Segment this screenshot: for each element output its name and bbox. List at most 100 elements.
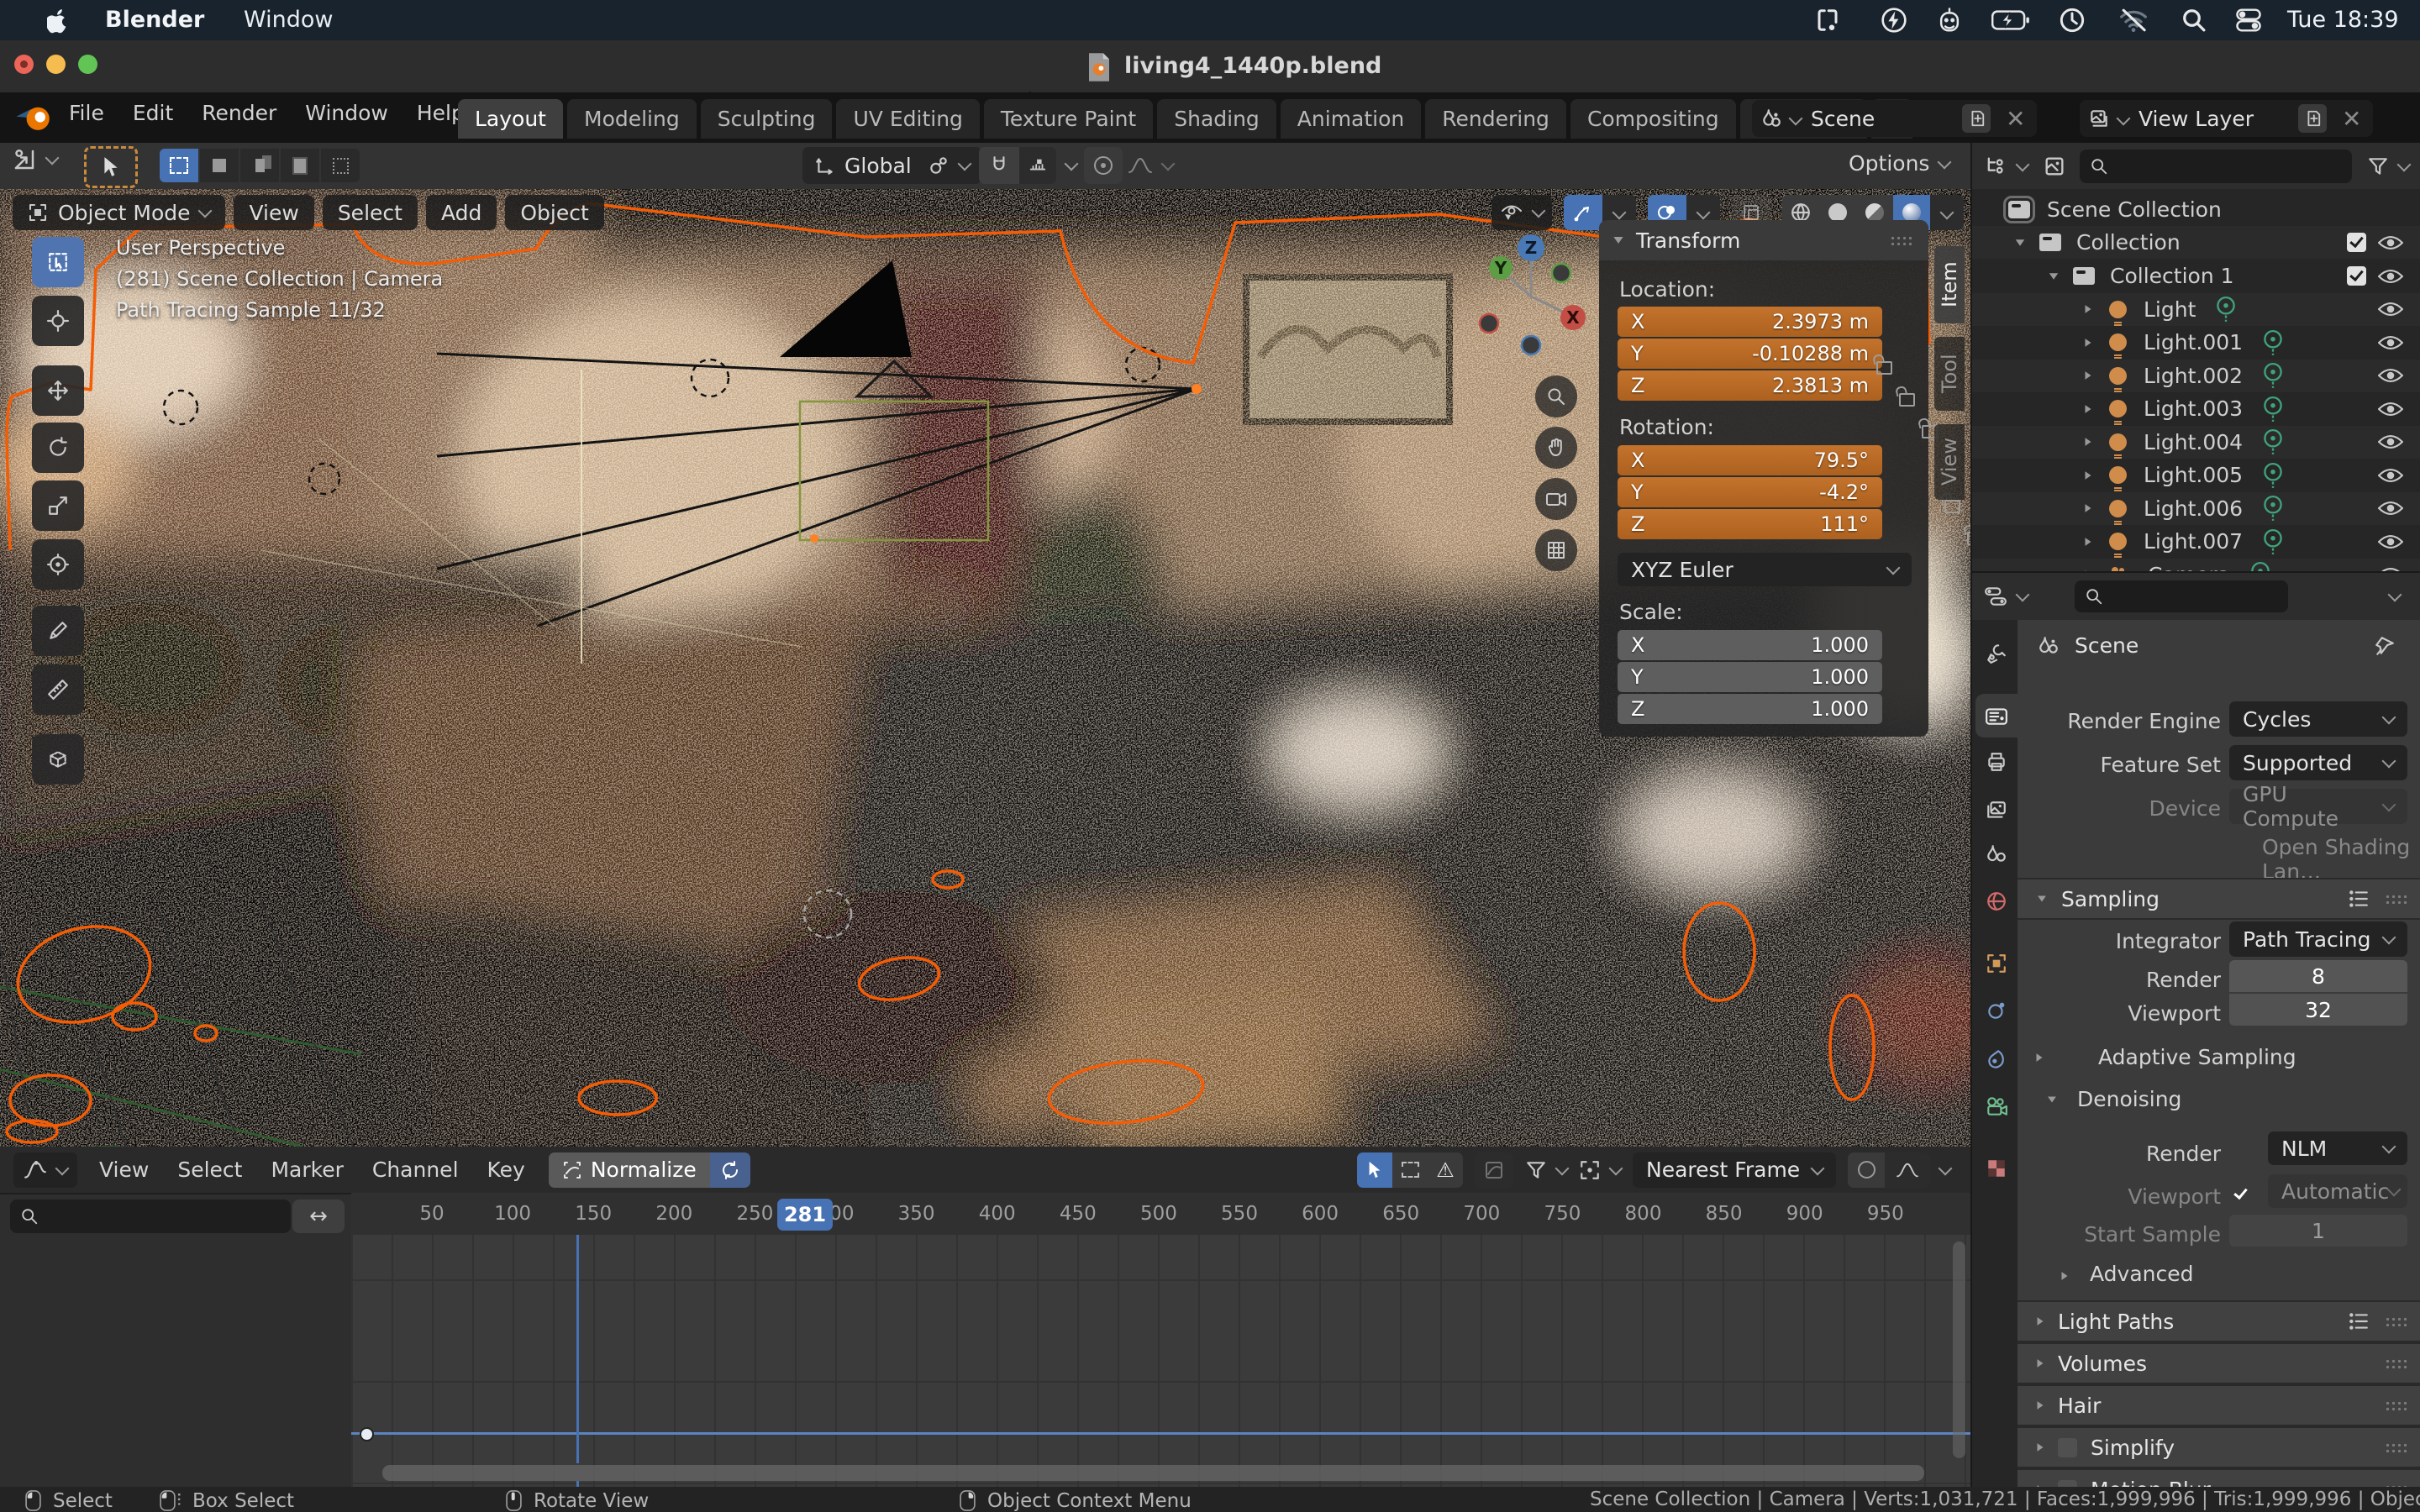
advanced-expand-arrow[interactable] — [2062, 1272, 2068, 1280]
visibility-dropdown[interactable] — [1491, 195, 1552, 230]
hide-eye-icon[interactable] — [2378, 334, 2403, 351]
hide-eye-icon[interactable] — [2378, 367, 2403, 384]
pivot-point-dropdown[interactable] — [916, 147, 981, 184]
apple-menu-icon[interactable] — [47, 8, 69, 34]
tab-output-properties[interactable] — [1975, 743, 2018, 781]
wifi-off-icon[interactable] — [2119, 8, 2148, 33]
panel-grip[interactable] — [1890, 235, 1915, 246]
view-layer-icon[interactable] — [2088, 108, 2110, 129]
camera-data-icon[interactable] — [2250, 561, 2270, 571]
light-data-icon[interactable] — [2263, 462, 2283, 489]
outliner-row-light-003[interactable]: Light.003 — [1972, 392, 2420, 425]
display-mode-icon[interactable] — [2043, 155, 2066, 178]
select-mode-box[interactable] — [200, 149, 239, 182]
viewport-menu-select[interactable]: Select — [323, 195, 418, 230]
low-power-icon[interactable] — [1881, 7, 1907, 34]
scene-name-field[interactable]: Scene — [1811, 107, 1954, 131]
simplify-section[interactable]: Simplify — [2018, 1426, 2420, 1468]
expand-arrow[interactable] — [2086, 305, 2091, 313]
tab-physics-properties[interactable] — [1975, 1040, 2018, 1079]
pin-icon[interactable] — [2374, 635, 2396, 657]
tool-add-primitive[interactable] — [32, 734, 84, 785]
tool-move[interactable] — [32, 365, 84, 416]
channel-expand-button[interactable]: ↔ — [292, 1200, 345, 1233]
outliner-row-light-002[interactable]: Light.002 — [1972, 360, 2420, 392]
object-name[interactable]: Light.007 — [2144, 529, 2243, 554]
rotation-z-field[interactable]: Z111° — [1618, 509, 1882, 539]
normalize-button[interactable]: Normalize — [549, 1152, 710, 1188]
rotation-x-field[interactable]: X79.5° — [1618, 445, 1882, 475]
remove-view-layer-button[interactable]: ✕ — [2335, 105, 2368, 133]
snap-toggle[interactable] — [979, 147, 1019, 184]
expand-arrow[interactable] — [2086, 504, 2091, 512]
select-mode-lasso[interactable] — [281, 149, 319, 182]
scale-y-field[interactable]: Y1.000 — [1618, 662, 1882, 692]
hide-eye-icon[interactable] — [2378, 401, 2403, 417]
graph-area[interactable] — [351, 1235, 1970, 1487]
properties-editor-type-button[interactable] — [1984, 585, 2028, 608]
show-gizmo-toggle[interactable] — [1564, 195, 1602, 230]
sidebar-tab-item[interactable]: Item — [1934, 246, 1965, 323]
tool-scale[interactable] — [32, 480, 84, 531]
outliner-search-input[interactable] — [2080, 150, 2352, 183]
tool-measure[interactable] — [32, 664, 84, 715]
unlink-scene-button[interactable]: ✕ — [1999, 105, 2032, 133]
denoise-viewport-dropdown[interactable]: Automatic — [2268, 1174, 2407, 1208]
location-z-field[interactable]: Z2.3813 m — [1618, 370, 1882, 401]
spotlight-search-icon[interactable] — [2181, 8, 2207, 33]
light-data-icon[interactable] — [2263, 362, 2283, 389]
expand-arrow[interactable] — [2086, 538, 2091, 546]
proportional-falloff-dropdown[interactable] — [1126, 147, 1175, 184]
outliner-row-light-001[interactable]: Light.001 — [1972, 326, 2420, 359]
menu-file[interactable]: File — [69, 101, 104, 125]
select-mode-tweak[interactable] — [160, 149, 198, 182]
outliner-row-camera[interactable]: Camera — [1972, 559, 2420, 572]
graph-menu-select[interactable]: Select — [177, 1158, 242, 1182]
battery-charging-icon[interactable] — [1991, 9, 2030, 31]
volumes-section[interactable]: Volumes — [2018, 1342, 2420, 1384]
graph-editor-type-button[interactable] — [13, 1152, 77, 1188]
tab-texture-properties[interactable] — [1975, 1149, 2018, 1188]
tab-view-layer-properties[interactable] — [1975, 791, 2018, 830]
feature-set-dropdown[interactable]: Supported — [2229, 745, 2407, 780]
graph-channel-region[interactable]: ↔ — [0, 1194, 351, 1487]
light-data-icon[interactable] — [2263, 329, 2283, 356]
graph-menu-channel[interactable]: Channel — [372, 1158, 459, 1182]
graph-box-select-tool[interactable] — [1392, 1152, 1428, 1188]
tool-rotate[interactable] — [32, 423, 84, 473]
outliner-editor-type-button[interactable] — [1984, 155, 2028, 178]
hide-eye-icon[interactable] — [2378, 533, 2403, 550]
render-engine-dropdown[interactable]: Cycles — [2229, 701, 2407, 737]
object-name[interactable]: Light.004 — [2144, 430, 2243, 454]
tab-shading[interactable]: Shading — [1157, 99, 1276, 139]
view-layer-browse-chevron[interactable] — [2117, 112, 2131, 126]
object-name[interactable]: Light — [2144, 297, 2196, 322]
pan-view-button[interactable] — [1535, 427, 1577, 469]
object-name[interactable]: Camera — [2148, 563, 2230, 572]
tab-tool-properties[interactable] — [1975, 633, 2018, 672]
denoising-collapse-arrow[interactable] — [2048, 1097, 2056, 1103]
adaptive-expand-arrow[interactable] — [2037, 1053, 2043, 1062]
collection-checkbox[interactable] — [2347, 266, 2366, 286]
tab-rendering[interactable]: Rendering — [1425, 99, 1566, 139]
falloff-circle-button[interactable] — [1848, 1152, 1885, 1188]
snap-options-dropdown[interactable] — [1019, 147, 1056, 184]
menu-render[interactable]: Render — [202, 101, 276, 125]
breadcrumb-scene[interactable]: Scene — [2075, 633, 2139, 658]
horizontal-scrollbar[interactable] — [382, 1465, 1924, 1481]
object-name[interactable]: Light.002 — [2144, 364, 2243, 388]
view-layer-name-field[interactable]: View Layer — [2139, 107, 2290, 131]
viewport-menu-object[interactable]: Object — [505, 195, 603, 230]
properties-search-input[interactable] — [2075, 580, 2288, 612]
vertical-scrollbar[interactable] — [1953, 1242, 1965, 1458]
scale-x-field[interactable]: X1.000 — [1618, 630, 1882, 660]
outliner-row-collection-1[interactable]: Collection 1 — [1972, 260, 2420, 292]
viewport-samples-field[interactable]: 32 — [2229, 994, 2407, 1026]
outliner-filter-chevron[interactable] — [2397, 157, 2412, 171]
graph-tweak-tool[interactable] — [1357, 1152, 1392, 1188]
expand-arrow[interactable] — [2086, 405, 2091, 413]
rotation-mode-dropdown[interactable]: XYZ Euler — [1618, 553, 1912, 586]
tab-modeling[interactable]: Modeling — [567, 99, 697, 139]
channel-search-input[interactable] — [10, 1200, 291, 1233]
toggle-ortho-button[interactable] — [1535, 529, 1577, 571]
